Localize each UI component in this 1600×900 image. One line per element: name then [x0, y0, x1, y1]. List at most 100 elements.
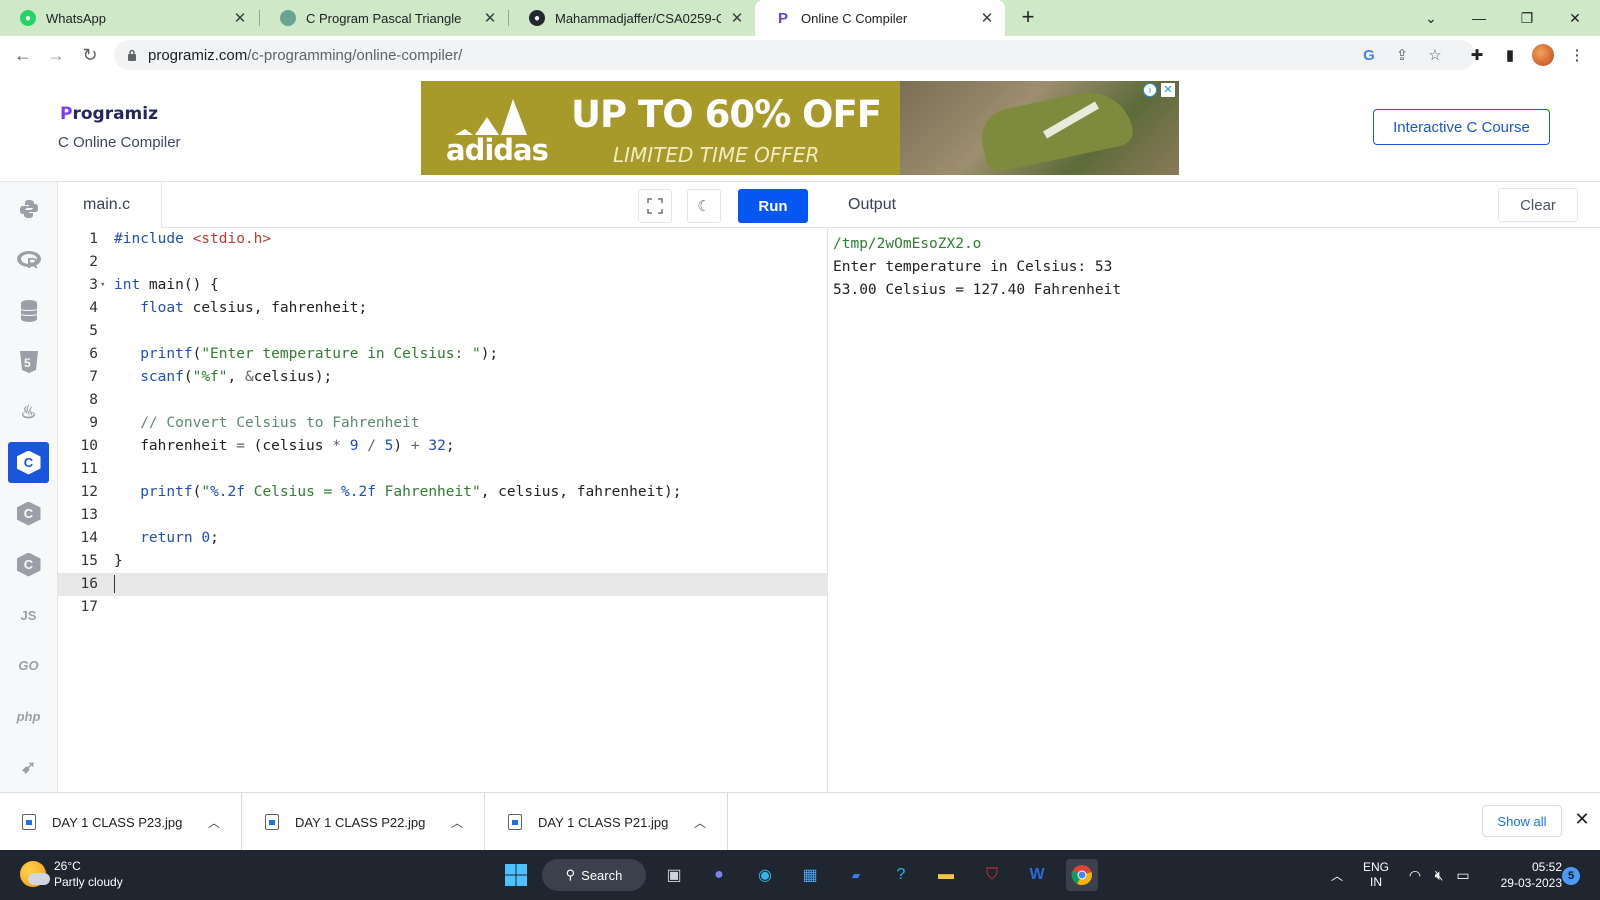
code-line: 4 float celsius, fahrenheit;	[89, 300, 368, 316]
close-icon[interactable]: ✕	[232, 9, 248, 27]
minimize-button[interactable]: —	[1456, 0, 1502, 36]
html-icon[interactable]: 5	[8, 341, 49, 382]
microsoft-store-icon[interactable]: ▦	[794, 859, 826, 891]
close-icon[interactable]: ✕	[482, 9, 498, 27]
address-bar[interactable]: programiz.com/c-programming/online-compi…	[114, 40, 1475, 70]
code-line: 10 fahrenheit = (celsius * 9 / 5) + 32;	[80, 438, 455, 454]
code-line: 6 printf("Enter temperature in Celsius: …	[89, 346, 499, 362]
weather-widget[interactable]: 26°C Partly cloudy	[20, 858, 123, 890]
tab-search-icon[interactable]: ⌄	[1408, 0, 1454, 36]
editor-toolbar: main.c ☾ Run	[58, 182, 828, 228]
search-icon: ⚲	[565, 867, 576, 882]
clear-button[interactable]: Clear	[1498, 188, 1578, 222]
close-icon[interactable]: ✕	[729, 9, 745, 27]
search-label: Search	[581, 867, 623, 883]
output-line: Enter temperature in Celsius: 53	[833, 259, 1113, 275]
output-console[interactable]: /tmp/2wOmEsoZX2.o Enter temperature in C…	[828, 228, 1600, 792]
file-explorer-icon[interactable]: ▬	[930, 859, 962, 891]
dark-mode-moon-icon[interactable]: ☾	[687, 189, 721, 223]
notification-badge[interactable]: 5	[1562, 867, 1580, 885]
tab-github[interactable]: ● Mahammadjaffer/CSA0259-C-PR ✕	[509, 0, 755, 36]
chevron-up-icon[interactable]: ︿	[1325, 850, 1349, 900]
site-icon	[280, 10, 296, 26]
run-button[interactable]: Run	[738, 189, 808, 223]
chevron-up-icon[interactable]: ︿	[201, 814, 227, 831]
c-icon[interactable]: C	[8, 442, 49, 483]
menu-kebab-icon[interactable]: ⋮	[1566, 44, 1588, 66]
reload-icon[interactable]: ↻	[77, 42, 103, 68]
side-panel-icon[interactable]: ▮	[1499, 44, 1521, 66]
windows-start-icon[interactable]	[500, 859, 532, 891]
tab-pascal-triangle[interactable]: C Program Pascal Triangle ✕	[260, 0, 508, 36]
close-icon[interactable]: ✕	[1570, 809, 1594, 833]
word-icon[interactable]: W	[1021, 859, 1053, 891]
swift-icon[interactable]: ➹	[8, 747, 49, 788]
restore-button[interactable]: ❐	[1504, 0, 1550, 36]
site-header: Programiz C Online Compiler adidas UP TO…	[0, 74, 1600, 182]
chrome-icon[interactable]	[1066, 859, 1098, 891]
clock-time: 05:52	[1531, 860, 1562, 874]
mcafee-icon[interactable]: ⛉	[976, 859, 1008, 891]
url-path: /c-programming/online-compiler/	[247, 46, 463, 64]
profile-avatar[interactable]	[1532, 44, 1554, 66]
extensions-puzzle-icon[interactable]: ✚	[1466, 44, 1488, 66]
new-tab-button[interactable]: +	[1016, 6, 1040, 30]
download-filename: DAY 1 CLASS P23.jpg	[52, 814, 183, 830]
teams-chat-icon[interactable]: ●	[703, 859, 735, 891]
tab-online-c-compiler[interactable]: P Online C Compiler ✕	[755, 0, 1005, 36]
csharp-icon[interactable]: C	[8, 544, 49, 585]
js-icon[interactable]: JS	[8, 595, 49, 636]
speaker-muted-icon[interactable]: 🔇︎	[1428, 850, 1450, 900]
region-code: IN	[1370, 875, 1382, 889]
cpp-icon[interactable]: C	[8, 493, 49, 534]
download-filename: DAY 1 CLASS P22.jpg	[295, 814, 426, 830]
ad-close-icon[interactable]: ✕	[1161, 83, 1175, 97]
image-file-icon	[265, 814, 279, 830]
tab-title: WhatsApp	[46, 10, 106, 26]
forward-arrow-icon[interactable]: →	[43, 42, 69, 68]
python-icon[interactable]	[8, 188, 49, 229]
interactive-course-button[interactable]: Interactive C Course	[1373, 109, 1550, 145]
fullscreen-icon[interactable]	[638, 189, 672, 223]
back-arrow-icon[interactable]: ←	[10, 42, 36, 68]
file-tab-main-c[interactable]: main.c	[58, 182, 162, 228]
language-sidebar: R 5 ♨ C C C JS GO php ➹	[0, 182, 58, 792]
help-app-icon[interactable]: ?	[885, 859, 917, 891]
wifi-icon[interactable]: ◠	[1404, 850, 1426, 900]
download-item[interactable]: DAY 1 CLASS P21.jpg ︿	[486, 793, 728, 851]
ad-subheadline: LIMITED TIME OFFER	[613, 143, 820, 167]
output-line: /tmp/2wOmEsoZX2.o	[833, 236, 982, 252]
language-indicator[interactable]: ENG IN	[1356, 850, 1396, 900]
close-icon[interactable]: ✕	[979, 9, 995, 27]
code-editor[interactable]: 1 #include <stdio.h> 2 3 ▾ int main() { 4 f…	[58, 228, 828, 792]
chevron-up-icon[interactable]: ︿	[687, 814, 713, 831]
google-icon[interactable]: G	[1358, 44, 1380, 66]
chevron-up-icon[interactable]: ︿	[444, 814, 470, 831]
share-icon[interactable]: ⇪	[1391, 44, 1413, 66]
task-view-icon[interactable]: ▣	[658, 859, 690, 891]
sql-icon[interactable]	[8, 290, 49, 331]
mylip-app-icon[interactable]: ▰	[840, 859, 872, 891]
code-line: 13	[80, 507, 98, 523]
edge-browser-icon[interactable]: ◉	[749, 859, 781, 891]
weather-condition: Partly cloudy	[54, 875, 123, 889]
close-window-button[interactable]: ✕	[1552, 0, 1598, 36]
advertisement-banner[interactable]: adidas UP TO 60% OFF LIMITED TIME OFFER …	[421, 81, 1179, 175]
ad-headline: UP TO 60% OFF	[571, 93, 882, 136]
bookmark-star-icon[interactable]: ☆	[1424, 44, 1446, 66]
php-icon[interactable]: php	[8, 696, 49, 737]
java-icon[interactable]: ♨	[8, 392, 49, 433]
go-icon[interactable]: GO	[8, 645, 49, 686]
taskbar-search[interactable]: ⚲ Search	[542, 859, 646, 891]
programiz-logo[interactable]: Programiz	[60, 104, 158, 124]
show-all-button[interactable]: Show all	[1482, 805, 1562, 837]
download-item[interactable]: DAY 1 CLASS P23.jpg ︿	[0, 793, 242, 851]
battery-icon[interactable]: ▭	[1452, 850, 1474, 900]
clock[interactable]: 05:52 29-03-2023	[1486, 850, 1562, 900]
windows-taskbar: 26°C Partly cloudy ⚲ Search ▣ ● ◉ ▦ ▰ ? ▬…	[0, 850, 1600, 900]
adidas-logo-icon	[455, 99, 527, 135]
download-item[interactable]: DAY 1 CLASS P22.jpg ︿	[243, 793, 485, 851]
r-icon[interactable]: R	[8, 239, 49, 280]
tab-whatsapp[interactable]: ● WhatsApp ✕	[0, 0, 258, 36]
ad-info-icon[interactable]: i	[1143, 83, 1157, 97]
